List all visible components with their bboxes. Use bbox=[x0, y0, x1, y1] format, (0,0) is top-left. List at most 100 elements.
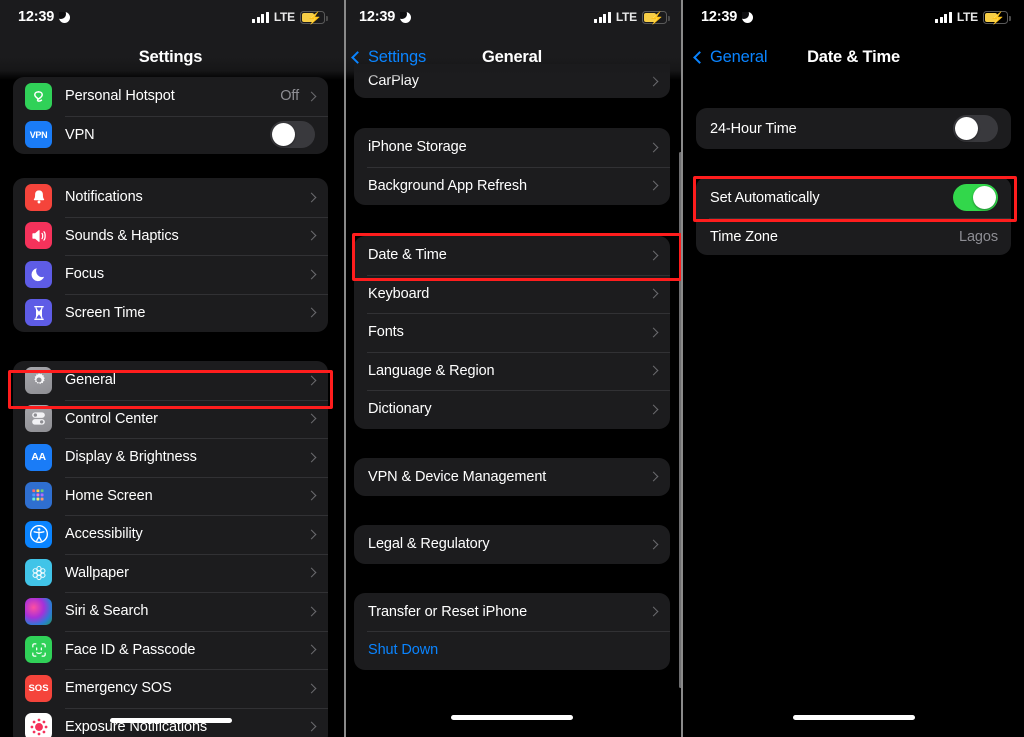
set-automatically-toggle[interactable] bbox=[953, 184, 998, 211]
app-grid-glyph bbox=[31, 489, 43, 501]
page-title: General bbox=[481, 47, 543, 66]
row-date-time[interactable]: Date & Time bbox=[354, 236, 670, 275]
notifications-bell-icon bbox=[25, 183, 52, 211]
row-background-app-refresh[interactable]: Background App Refresh bbox=[354, 166, 670, 206]
focus-moon-icon bbox=[25, 260, 52, 288]
status-bar-right: LTE ⚡ bbox=[252, 10, 328, 25]
date-time-scroll-content[interactable]: 24-Hour Time Set Automatically Time Zone… bbox=[683, 80, 1024, 737]
chevron-right-icon bbox=[648, 471, 659, 482]
faceid-glyph bbox=[31, 642, 46, 657]
row-keyboard[interactable]: Keyboard bbox=[354, 274, 670, 314]
sidebar-item-sounds-haptics[interactable]: Sounds & Haptics bbox=[13, 216, 328, 256]
chevron-right-icon bbox=[648, 606, 659, 617]
row-transfer-reset-iphone[interactable]: Transfer or Reset iPhone bbox=[354, 593, 670, 632]
bell-glyph bbox=[33, 190, 44, 204]
sidebar-item-display-brightness[interactable]: AA Display & Brightness bbox=[13, 438, 328, 477]
sidebar-item-label: Wallpaper bbox=[65, 564, 129, 581]
chevron-right-icon bbox=[306, 375, 317, 386]
chevron-right-icon bbox=[306, 683, 317, 694]
cellular-signal-icon bbox=[935, 11, 952, 23]
cellular-signal-icon bbox=[252, 11, 269, 23]
row-label: 24-Hour Time bbox=[710, 120, 797, 137]
row-iphone-storage[interactable]: iPhone Storage bbox=[354, 128, 670, 167]
chevron-right-icon bbox=[648, 539, 659, 550]
vpn-toggle[interactable] bbox=[270, 121, 315, 149]
toggle-knob bbox=[973, 186, 996, 209]
row-fonts[interactable]: Fonts bbox=[354, 313, 670, 352]
group-legal: Legal & Regulatory bbox=[354, 525, 670, 564]
sidebar-item-label: Siri & Search bbox=[65, 603, 149, 620]
row-shut-down[interactable]: Shut Down bbox=[354, 631, 670, 670]
row-label: Language & Region bbox=[368, 362, 495, 379]
home-screen-icon bbox=[25, 482, 52, 510]
chevron-right-icon bbox=[648, 180, 659, 191]
row-dictionary[interactable]: Dictionary bbox=[354, 390, 670, 429]
24-hour-time-toggle[interactable] bbox=[953, 115, 998, 142]
settings-scroll-content[interactable]: Personal Hotspot Off VPN VPN Notificatio… bbox=[0, 77, 341, 737]
sidebar-item-face-id-passcode[interactable]: Face ID & Passcode bbox=[13, 630, 328, 670]
sidebar-item-control-center[interactable]: Control Center bbox=[13, 399, 328, 439]
charging-bolt-icon: ⚡ bbox=[990, 10, 1005, 25]
status-bar-left: 12:39 bbox=[359, 9, 412, 25]
row-value: Lagos bbox=[958, 228, 998, 245]
exposure-glyph bbox=[30, 718, 47, 736]
row-24-hour-time[interactable]: 24-Hour Time bbox=[696, 108, 1011, 149]
panel-divider-2 bbox=[681, 0, 683, 737]
row-label: Background App Refresh bbox=[368, 177, 528, 194]
sos-text: SOS bbox=[28, 682, 49, 694]
accessibility-icon bbox=[25, 520, 52, 548]
page-title: Date & Time bbox=[807, 47, 900, 66]
exposure-notifications-icon bbox=[25, 713, 52, 737]
row-vpn[interactable]: VPN VPN bbox=[13, 115, 328, 155]
row-label: Set Automatically bbox=[710, 189, 820, 206]
row-time-zone[interactable]: Time Zone Lagos bbox=[696, 218, 1011, 255]
row-label: Personal Hotspot bbox=[65, 88, 175, 105]
sidebar-item-notifications[interactable]: Notifications bbox=[13, 178, 328, 217]
sidebar-item-screen-time[interactable]: Screen Time bbox=[13, 293, 328, 333]
row-label: Date & Time bbox=[368, 247, 447, 264]
sidebar-item-label: Accessibility bbox=[65, 526, 143, 543]
sidebar-item-label: General bbox=[65, 372, 116, 389]
group-connectivity: Personal Hotspot Off VPN VPN bbox=[13, 77, 328, 154]
row-set-automatically[interactable]: Set Automatically bbox=[696, 177, 1011, 218]
network-label: LTE bbox=[615, 10, 637, 24]
row-personal-hotspot[interactable]: Personal Hotspot Off bbox=[13, 77, 328, 116]
panel-date-time: 24-Hour Time Set Automatically Time Zone… bbox=[683, 0, 1024, 737]
charging-bolt-icon: ⚡ bbox=[649, 10, 664, 25]
sidebar-item-focus[interactable]: Focus bbox=[13, 255, 328, 294]
toggle-knob bbox=[272, 123, 295, 147]
chevron-right-icon bbox=[306, 269, 317, 280]
chevron-right-icon bbox=[306, 307, 317, 318]
chevron-right-icon bbox=[306, 721, 317, 732]
sidebar-item-wallpaper[interactable]: Wallpaper bbox=[13, 553, 328, 593]
control-toggles-glyph bbox=[32, 412, 45, 425]
chevron-right-icon bbox=[306, 413, 317, 424]
siri-search-icon bbox=[25, 597, 52, 625]
aa-text: AA bbox=[31, 451, 46, 464]
group-storage: iPhone Storage Background App Refresh bbox=[354, 128, 670, 205]
sidebar-item-accessibility[interactable]: Accessibility bbox=[13, 515, 328, 554]
sidebar-item-siri-search[interactable]: Siri & Search bbox=[13, 592, 328, 631]
row-legal-regulatory[interactable]: Legal & Regulatory bbox=[354, 525, 670, 564]
general-scroll-content[interactable]: CarPlay iPhone Storage Background App Re… bbox=[341, 64, 683, 737]
chevron-right-icon bbox=[648, 250, 659, 261]
chevron-right-icon bbox=[648, 365, 659, 376]
row-label: Fonts bbox=[368, 324, 404, 341]
charging-bolt-icon: ⚡ bbox=[307, 10, 322, 25]
sidebar-item-general[interactable]: General bbox=[13, 361, 328, 400]
group-alerts: Notifications Sounds & Haptics Focus Scr… bbox=[13, 178, 328, 332]
status-bar-left: 12:39 bbox=[18, 9, 71, 25]
status-bar: 12:39 LTE ⚡ bbox=[0, 0, 341, 34]
general-gear-icon bbox=[25, 366, 52, 394]
row-language-region[interactable]: Language & Region bbox=[354, 351, 670, 391]
chevron-right-icon bbox=[648, 142, 659, 153]
panel-general: CarPlay iPhone Storage Background App Re… bbox=[341, 0, 683, 737]
panel-settings: Personal Hotspot Off VPN VPN Notificatio… bbox=[0, 0, 341, 737]
sidebar-item-emergency-sos[interactable]: SOS Emergency SOS bbox=[13, 669, 328, 708]
status-bar-right: LTE ⚡ bbox=[594, 10, 670, 25]
crescent-moon-icon bbox=[400, 11, 412, 23]
sidebar-item-label: Display & Brightness bbox=[65, 449, 197, 466]
row-vpn-device-management[interactable]: VPN & Device Management bbox=[354, 458, 670, 497]
face-id-icon bbox=[25, 636, 52, 664]
sidebar-item-home-screen[interactable]: Home Screen bbox=[13, 476, 328, 516]
